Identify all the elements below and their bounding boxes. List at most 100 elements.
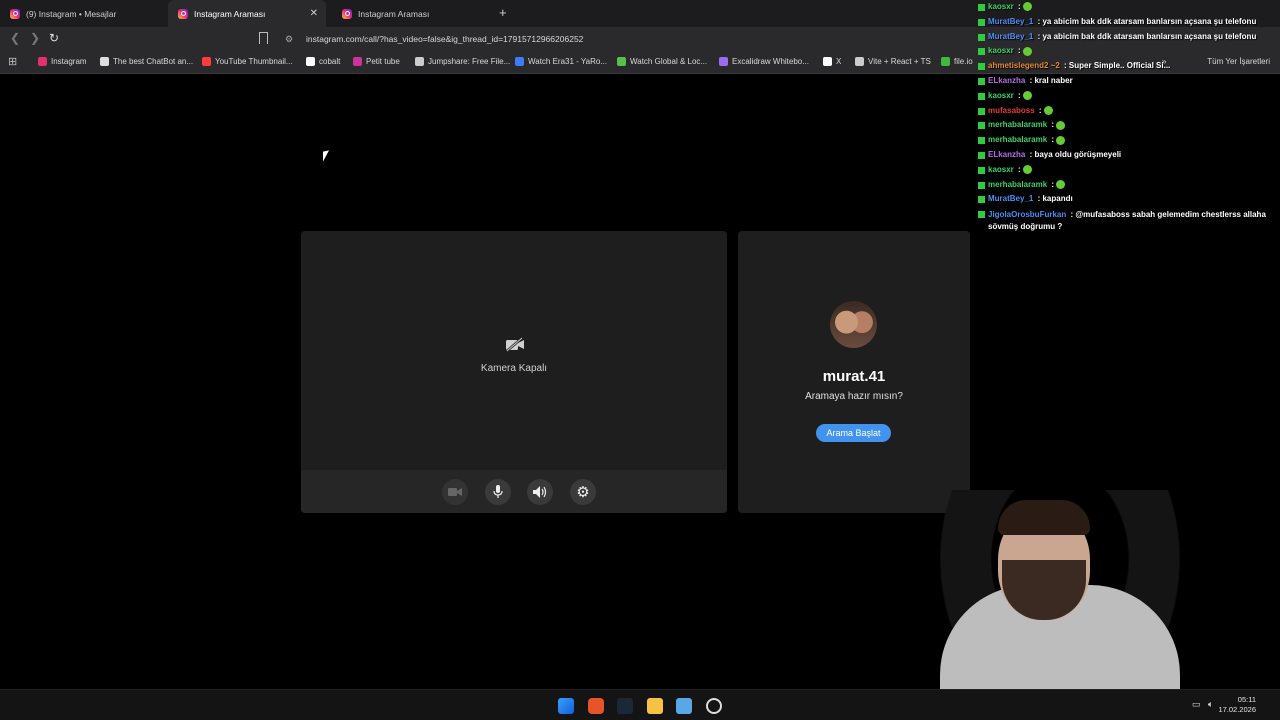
bookmark-label: Petit tube (366, 57, 400, 66)
chat-username[interactable]: mufasaboss (988, 106, 1035, 115)
chat-text: : kapandı (1035, 194, 1073, 204)
site-info-icon[interactable]: ⚙ (285, 34, 293, 45)
bookmark-favicon-icon (38, 57, 47, 66)
speaker-icon (533, 486, 547, 498)
chat-message: MuratBey_1 : kapandı (976, 192, 1280, 207)
chat-message: ELkanzha : baya oldu görüşmeyeli (976, 148, 1280, 163)
new-tab-plus-icon[interactable]: + (499, 5, 507, 20)
settings-button[interactable]: ⚙ (570, 479, 596, 505)
chat-username[interactable]: ELkanzha (988, 150, 1025, 159)
chat-username[interactable]: kaosxr (988, 46, 1014, 55)
bookmark-favicon-icon (100, 57, 109, 66)
system-clock[interactable]: 05:11 17.02.2026 (1218, 695, 1256, 715)
emote-icon (1056, 135, 1066, 145)
bookmark-label: X (836, 57, 842, 66)
chat-message: MuratBey_1 : ya abicim bak ddk atarsam b… (976, 15, 1280, 30)
chat-username[interactable]: MuratBey_1 (988, 17, 1033, 26)
mouse-cursor (323, 150, 329, 162)
chat-username[interactable]: kaosxr (988, 165, 1014, 174)
instagram-icon (178, 8, 188, 19)
chat-text: : Super Simple.. Official Si... (1061, 61, 1171, 71)
chat-badge-icon (978, 48, 985, 56)
bookmark-label: The best ChatBot an... (113, 57, 194, 66)
chat-username[interactable]: merhabalaramk (988, 120, 1047, 129)
steam-icon[interactable] (617, 698, 633, 714)
bookmark-label: YouTube Thumbnail... (215, 57, 293, 66)
bookmark-item[interactable]: Watch Global & Loc... (617, 57, 707, 66)
tab-instagram-messages[interactable]: (9) Instagram • Mesajlar (0, 0, 164, 27)
instagram-icon (10, 8, 20, 19)
url-field[interactable]: instagram.com/call/?has_video=false&ig_t… (306, 34, 583, 44)
stream-chat-overlay: kaosxr : MuratBey_1 : ya abicim bak ddk … (976, 0, 1280, 233)
chat-badge-icon (978, 122, 985, 130)
avatar (830, 301, 877, 348)
chat-text: : kral naber (1027, 75, 1073, 85)
chat-text: : ya abicim bak ddk atarsam banlarsın aç… (1035, 16, 1257, 26)
speaker-button[interactable] (527, 479, 553, 505)
bookmark-item[interactable]: Instagram (38, 57, 87, 66)
chat-badge-icon (978, 166, 985, 174)
chat-badge-icon (978, 18, 985, 26)
chat-username[interactable]: merhabalaramk (988, 135, 1047, 144)
chat-message: kaosxr : (976, 44, 1280, 59)
tab-instagram-call[interactable]: Instagram Araması (332, 0, 492, 27)
volume-icon[interactable]: 🔈︎ (1208, 699, 1213, 710)
bookmark-label: Excalidraw Whitebo... (732, 57, 809, 66)
chat-text: : (1049, 120, 1055, 130)
bookmark-favicon-icon (353, 57, 362, 66)
bookmark-item[interactable]: Watch Era31 - YaRo... (515, 57, 607, 66)
bookmark-item[interactable]: Petit tube (353, 57, 400, 66)
bookmark-item[interactable]: cobalt (306, 57, 340, 66)
bookmark-item[interactable]: file.io (941, 57, 973, 66)
chat-badge-icon (978, 77, 985, 85)
reload-icon[interactable]: ↻ (49, 31, 59, 45)
network-icon[interactable]: ▭ (1192, 699, 1201, 710)
brave-browser-icon[interactable] (588, 698, 604, 714)
bookmark-item[interactable]: X (823, 57, 841, 66)
bookmark-icon[interactable] (259, 32, 268, 44)
chat-message: kaosxr : (976, 89, 1280, 104)
chat-message: merhabalaramk : (976, 133, 1280, 148)
emote-icon (1056, 120, 1066, 130)
chat-username[interactable]: ahmetislegend2 ~2 (988, 61, 1060, 70)
emote-icon (1022, 46, 1032, 56)
bookmark-label: Watch Era31 - YaRo... (528, 57, 607, 66)
chat-username[interactable]: kaosxr (988, 91, 1014, 100)
chat-badge-icon (978, 107, 985, 115)
obs-icon[interactable] (706, 698, 722, 714)
chat-username[interactable]: MuratBey_1 (988, 32, 1033, 41)
tab-instagram-call-active[interactable]: Instagram Araması ✕ (168, 0, 326, 27)
camera-off-icon (506, 337, 524, 352)
chat-username[interactable]: ELkanzha (988, 76, 1025, 85)
chat-username[interactable]: MuratBey_1 (988, 194, 1033, 203)
bookmark-item[interactable]: YouTube Thumbnail... (202, 57, 293, 66)
bookmark-favicon-icon (719, 57, 728, 66)
video-toggle-button[interactable] (442, 479, 468, 505)
bookmark-item[interactable]: Vite + React + TS (855, 57, 931, 66)
microphone-button[interactable] (485, 479, 511, 505)
chat-username[interactable]: JigolaOrosbuFurkan (988, 210, 1066, 219)
back-arrow-icon[interactable]: ❮ (10, 31, 20, 45)
chat-text: : ya abicim bak ddk atarsam banlarsın aç… (1035, 31, 1257, 41)
chat-username[interactable]: kaosxr (988, 2, 1014, 11)
forward-arrow-icon[interactable]: ❯ (30, 31, 40, 45)
bookmark-favicon-icon (855, 57, 864, 66)
bookmark-item[interactable]: Jumpshare: Free File... (415, 57, 510, 66)
tab-label: (9) Instagram • Mesajlar (26, 8, 117, 19)
bookmark-item[interactable]: Excalidraw Whitebo... (719, 57, 809, 66)
start-menu-icon[interactable] (558, 698, 574, 714)
bookmark-item[interactable]: The best ChatBot an... (100, 57, 193, 66)
chat-badge-icon (978, 137, 985, 145)
chat-username[interactable]: merhabalaramk (988, 180, 1047, 189)
emote-icon (1043, 105, 1053, 115)
chat-text: : (1036, 105, 1042, 115)
clock-date: 17.02.2026 (1218, 705, 1256, 714)
start-call-button[interactable]: Arama Başlat (816, 424, 891, 442)
close-tab-icon[interactable]: ✕ (310, 8, 318, 19)
apps-grid-icon[interactable]: ⊞ (8, 55, 17, 68)
app-icon[interactable] (676, 698, 692, 714)
file-explorer-icon[interactable] (647, 698, 663, 714)
emote-icon (1022, 91, 1032, 101)
bookmark-label: Jumpshare: Free File... (428, 57, 511, 66)
windows-taskbar: ▭ 🔈︎ 05:11 17.02.2026 (0, 689, 1280, 720)
